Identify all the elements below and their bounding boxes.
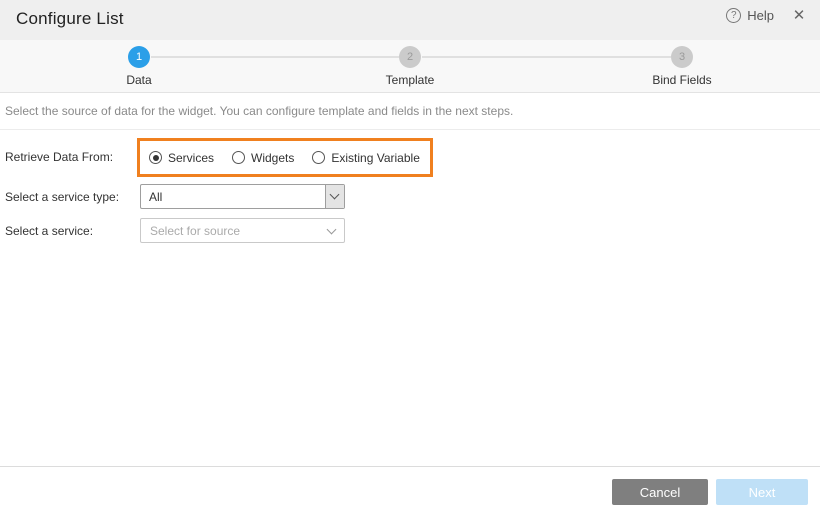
radio-existing-variable[interactable]: Existing Variable	[312, 151, 420, 165]
help-label[interactable]: Help	[747, 8, 774, 23]
help-icon[interactable]: ?	[726, 8, 741, 23]
retrieve-data-radio-group-highlight: Services Widgets Existing Variable	[137, 138, 433, 177]
service-label: Select a service:	[5, 224, 93, 238]
step-description: Select the source of data for the widget…	[5, 104, 513, 118]
radio-services[interactable]: Services	[149, 151, 214, 165]
step-circle-template[interactable]: 2	[399, 46, 421, 68]
stepper-connector	[151, 56, 399, 58]
step-circle-bind-fields[interactable]: 3	[671, 46, 693, 68]
cancel-button[interactable]: Cancel	[612, 479, 708, 505]
step-circle-data[interactable]: 1	[128, 46, 150, 68]
help-button[interactable]: ? Help	[726, 8, 774, 23]
step-label-template: Template	[386, 73, 435, 87]
service-type-selected-value: All	[149, 190, 162, 204]
step-label-data: Data	[126, 73, 151, 87]
footer-bar: Cancel Next	[0, 467, 820, 520]
radio-widgets-label: Widgets	[251, 151, 294, 165]
radio-services-circle[interactable]	[149, 151, 162, 164]
chevron-down-icon	[330, 190, 340, 200]
radio-widgets[interactable]: Widgets	[232, 151, 294, 165]
radio-existing-variable-circle[interactable]	[312, 151, 325, 164]
wizard-stepper: 1 2 3 Data Template Bind Fields	[0, 40, 820, 93]
radio-widgets-circle[interactable]	[232, 151, 245, 164]
retrieve-data-from-label: Retrieve Data From:	[5, 150, 113, 164]
radio-services-label: Services	[168, 151, 214, 165]
description-band: Select the source of data for the widget…	[0, 94, 820, 130]
next-button[interactable]: Next	[716, 479, 808, 505]
service-type-label: Select a service type:	[5, 190, 119, 204]
dialog-title: Configure List	[16, 9, 124, 29]
radio-existing-variable-label: Existing Variable	[331, 151, 420, 165]
close-icon[interactable]: ✕	[790, 7, 808, 25]
chevron-down-icon	[327, 225, 337, 235]
title-bar: Configure List ? Help ✕	[0, 0, 820, 40]
configure-list-dialog: Configure List ? Help ✕ 1 2 3 Data Templ…	[0, 0, 820, 520]
service-select-placeholder: Select for source	[150, 224, 240, 238]
service-type-dropdown-button[interactable]	[325, 185, 344, 208]
service-select[interactable]: Select for source	[140, 218, 345, 243]
service-type-select[interactable]: All	[140, 184, 345, 209]
stepper-connector	[422, 56, 671, 58]
step-label-bind-fields: Bind Fields	[652, 73, 711, 87]
